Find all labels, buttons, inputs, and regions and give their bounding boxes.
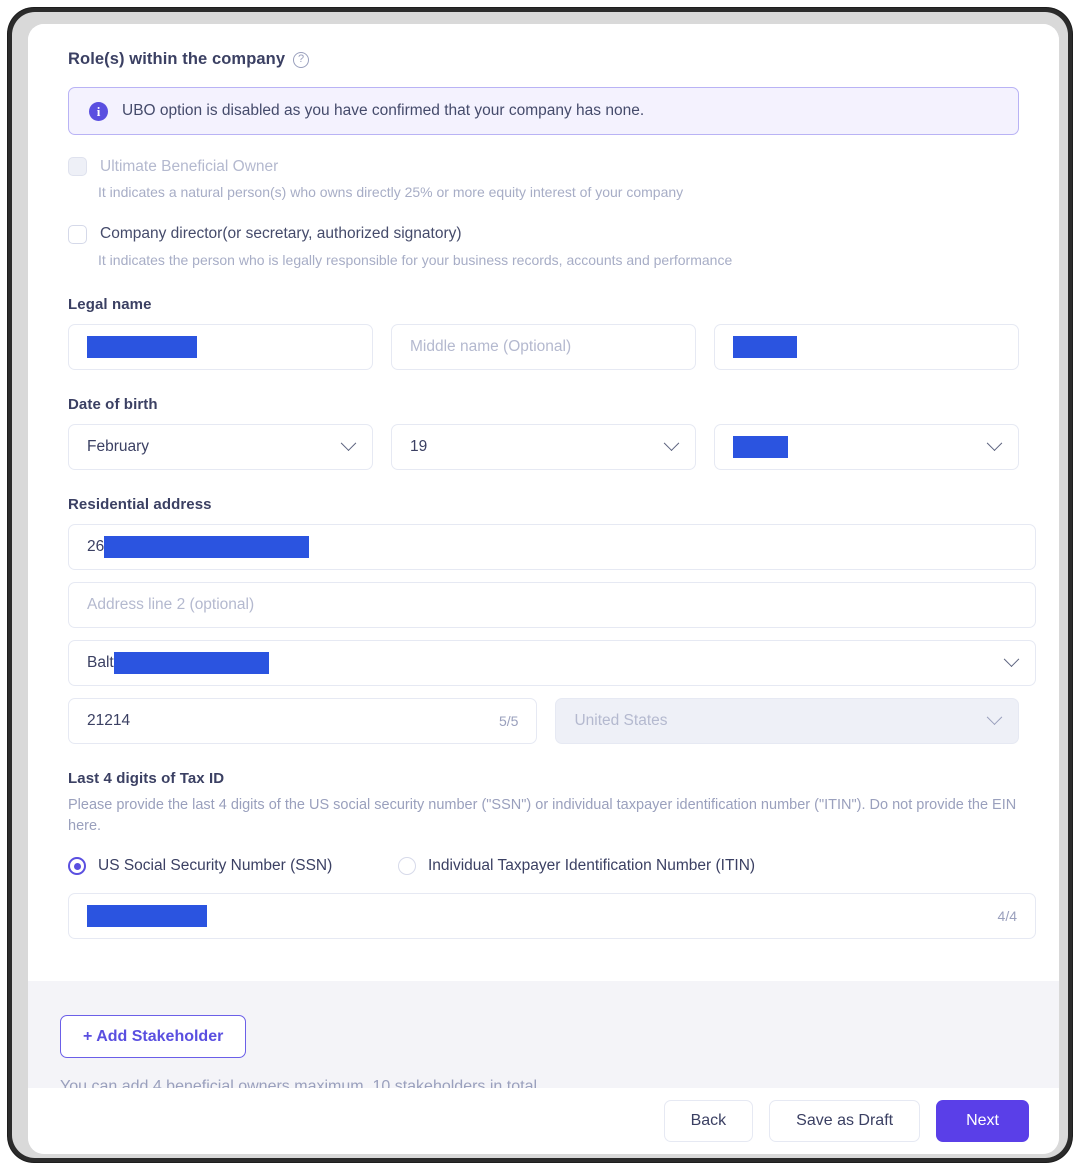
- country-select: United States: [555, 698, 1019, 744]
- city-state-redaction: [114, 652, 269, 674]
- city-state-select[interactable]: Balt: [68, 640, 1036, 686]
- tax-id-group: Last 4 digits of Tax ID Please provide t…: [68, 770, 1019, 939]
- chevron-down-icon: [1004, 651, 1020, 667]
- question-mark-circle-icon[interactable]: ?: [293, 52, 309, 68]
- save-as-draft-button[interactable]: Save as Draft: [769, 1100, 920, 1142]
- birth-year-redaction: [733, 436, 788, 458]
- checkbox-company-director[interactable]: [68, 225, 87, 244]
- roles-section-title-text: Role(s) within the company: [68, 50, 285, 69]
- chevron-down-icon: [987, 709, 1003, 725]
- radio-label-ssn: US Social Security Number (SSN): [98, 857, 332, 875]
- checkbox-description-company-director: It indicates the person who is legally r…: [98, 251, 1019, 271]
- roles-section-title: Role(s) within the company ?: [68, 50, 1019, 69]
- checkbox-row-company-director[interactable]: Company director(or secretary, authorize…: [68, 225, 1019, 244]
- radio-option-ssn[interactable]: US Social Security Number (SSN): [68, 857, 398, 875]
- form-scroll-area[interactable]: Role(s) within the company ? i UBO optio…: [28, 24, 1059, 1088]
- city-state-value: Balt: [87, 654, 114, 672]
- device-frame-inner: Role(s) within the company ? i UBO optio…: [12, 12, 1068, 1158]
- radio-itin[interactable]: [398, 857, 416, 875]
- device-frame: Role(s) within the company ? i UBO optio…: [8, 8, 1072, 1162]
- tax-id-label: Last 4 digits of Tax ID: [68, 770, 1019, 787]
- checkbox-description-ultimate-beneficial-owner: It indicates a natural person(s) who own…: [98, 183, 1019, 203]
- birth-month-value: February: [87, 438, 149, 456]
- checkbox-row-ultimate-beneficial-owner[interactable]: Ultimate Beneficial Owner: [68, 157, 1019, 176]
- tax-id-counter: 4/4: [998, 908, 1017, 924]
- chevron-down-icon: [341, 435, 357, 451]
- form-footer: Back Save as Draft Next: [28, 1088, 1059, 1154]
- date-of-birth-label: Date of birth: [68, 396, 1019, 413]
- next-button[interactable]: Next: [936, 1100, 1029, 1142]
- ubo-disabled-banner-text: UBO option is disabled as you have confi…: [122, 102, 644, 120]
- radio-ssn[interactable]: [68, 857, 86, 875]
- address-line-2-input[interactable]: Address line 2 (optional): [68, 582, 1036, 628]
- tax-id-description: Please provide the last 4 digits of the …: [68, 795, 1036, 837]
- tax-id-input[interactable]: 4/4: [68, 893, 1036, 939]
- first-name-input[interactable]: [68, 324, 373, 370]
- legal-name-row: Middle name (Optional): [68, 324, 1019, 370]
- stakeholder-strip: + Add Stakeholder You can add 4 benefici…: [28, 981, 1059, 1088]
- add-stakeholder-button[interactable]: + Add Stakeholder: [60, 1015, 246, 1058]
- birth-month-select[interactable]: February: [68, 424, 373, 470]
- residential-address-group: Residential address 26 Address line 2 (o…: [68, 496, 1019, 744]
- address-line-2-placeholder: Address line 2 (optional): [87, 596, 254, 614]
- chevron-down-icon: [987, 435, 1003, 451]
- address-line-1-redaction: [104, 536, 309, 558]
- stakeholder-limit-note: You can add 4 beneficial owners maximum.…: [60, 1078, 1019, 1088]
- date-of-birth-row: February 19: [68, 424, 1019, 470]
- info-icon: i: [89, 102, 108, 121]
- birth-year-select[interactable]: [714, 424, 1019, 470]
- birth-day-select[interactable]: 19: [391, 424, 696, 470]
- last-name-redaction: [733, 336, 797, 358]
- legal-name-label: Legal name: [68, 296, 1019, 313]
- radio-option-itin[interactable]: Individual Taxpayer Identification Numbe…: [398, 857, 755, 875]
- ubo-disabled-banner: i UBO option is disabled as you have con…: [68, 87, 1019, 135]
- stakeholder-form-card: Role(s) within the company ? i UBO optio…: [28, 24, 1059, 981]
- checkbox-label-company-director: Company director(or secretary, authorize…: [100, 225, 462, 243]
- address-line-1-value: 26: [87, 538, 104, 556]
- checkbox-label-ultimate-beneficial-owner: Ultimate Beneficial Owner: [100, 158, 278, 176]
- radio-label-itin: Individual Taxpayer Identification Numbe…: [428, 857, 755, 875]
- middle-name-input[interactable]: Middle name (Optional): [391, 324, 696, 370]
- country-value: United States: [574, 712, 667, 730]
- postal-code-input[interactable]: 21214 5/5: [68, 698, 537, 744]
- chevron-down-icon: [664, 435, 680, 451]
- middle-name-placeholder: Middle name (Optional): [410, 338, 571, 356]
- last-name-input[interactable]: [714, 324, 1019, 370]
- app-viewport: Role(s) within the company ? i UBO optio…: [28, 24, 1059, 1154]
- tax-id-redaction: [87, 905, 207, 927]
- first-name-redaction: [87, 336, 197, 358]
- postal-code-counter: 5/5: [499, 713, 518, 729]
- date-of-birth-group: Date of birth February 19: [68, 396, 1019, 470]
- tax-id-radio-group: US Social Security Number (SSN) Individu…: [68, 857, 1019, 875]
- birth-day-value: 19: [410, 438, 427, 456]
- back-button[interactable]: Back: [664, 1100, 754, 1142]
- residential-address-label: Residential address: [68, 496, 1019, 513]
- checkbox-ultimate-beneficial-owner: [68, 157, 87, 176]
- address-line-1-input[interactable]: 26: [68, 524, 1036, 570]
- postal-code-value: 21214: [87, 712, 130, 730]
- legal-name-group: Legal name Middle name (Optional): [68, 296, 1019, 370]
- postal-country-row: 21214 5/5 United States: [68, 698, 1019, 744]
